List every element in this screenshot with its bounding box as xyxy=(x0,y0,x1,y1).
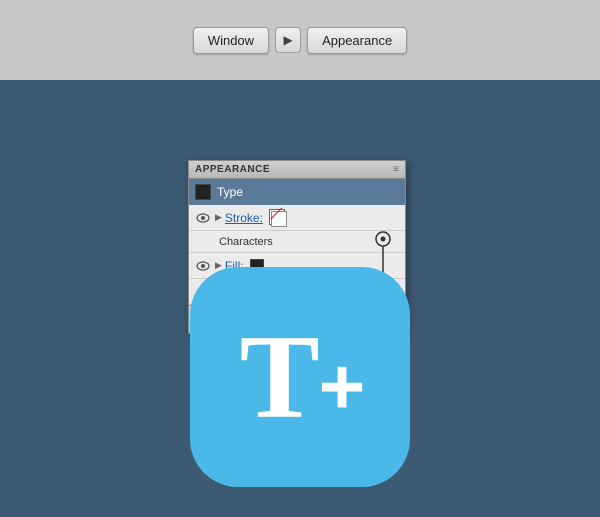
fill-eye-icon[interactable] xyxy=(195,260,211,272)
app-icon-plus: + xyxy=(319,347,361,427)
type-row: Type xyxy=(189,179,405,205)
arrow-button[interactable]: ▶ xyxy=(275,27,301,53)
app-icon-letter: T xyxy=(240,317,315,437)
panel-titlebar: APPEARANCE ≡ xyxy=(189,161,405,179)
stroke-eye-icon[interactable] xyxy=(195,212,211,224)
stroke-expand-icon: ▶ xyxy=(215,212,222,223)
panel-grip-icon: ≡ xyxy=(393,164,399,175)
stroke-swatch-container[interactable] xyxy=(269,209,287,227)
arrow-icon: ▶ xyxy=(283,33,292,47)
canvas-area: APPEARANCE ≡ Type ▶ Stroke: C xyxy=(0,80,600,517)
stroke-link[interactable]: Stroke: xyxy=(225,211,263,225)
top-toolbar: Window ▶ Appearance xyxy=(0,0,600,80)
app-icon: T+ xyxy=(190,267,410,487)
stroke-row[interactable]: ▶ Stroke: xyxy=(189,205,405,231)
window-button[interactable]: Window xyxy=(193,27,269,54)
type-label: Type xyxy=(217,185,243,199)
type-swatch xyxy=(195,184,211,200)
app-icon-text: T+ xyxy=(240,317,361,437)
panel-title: APPEARANCE xyxy=(195,164,270,175)
appearance-button[interactable]: Appearance xyxy=(307,27,407,54)
characters-label: Characters xyxy=(219,236,273,248)
stroke-none-swatch xyxy=(271,211,287,227)
characters-row: Characters xyxy=(189,231,405,253)
